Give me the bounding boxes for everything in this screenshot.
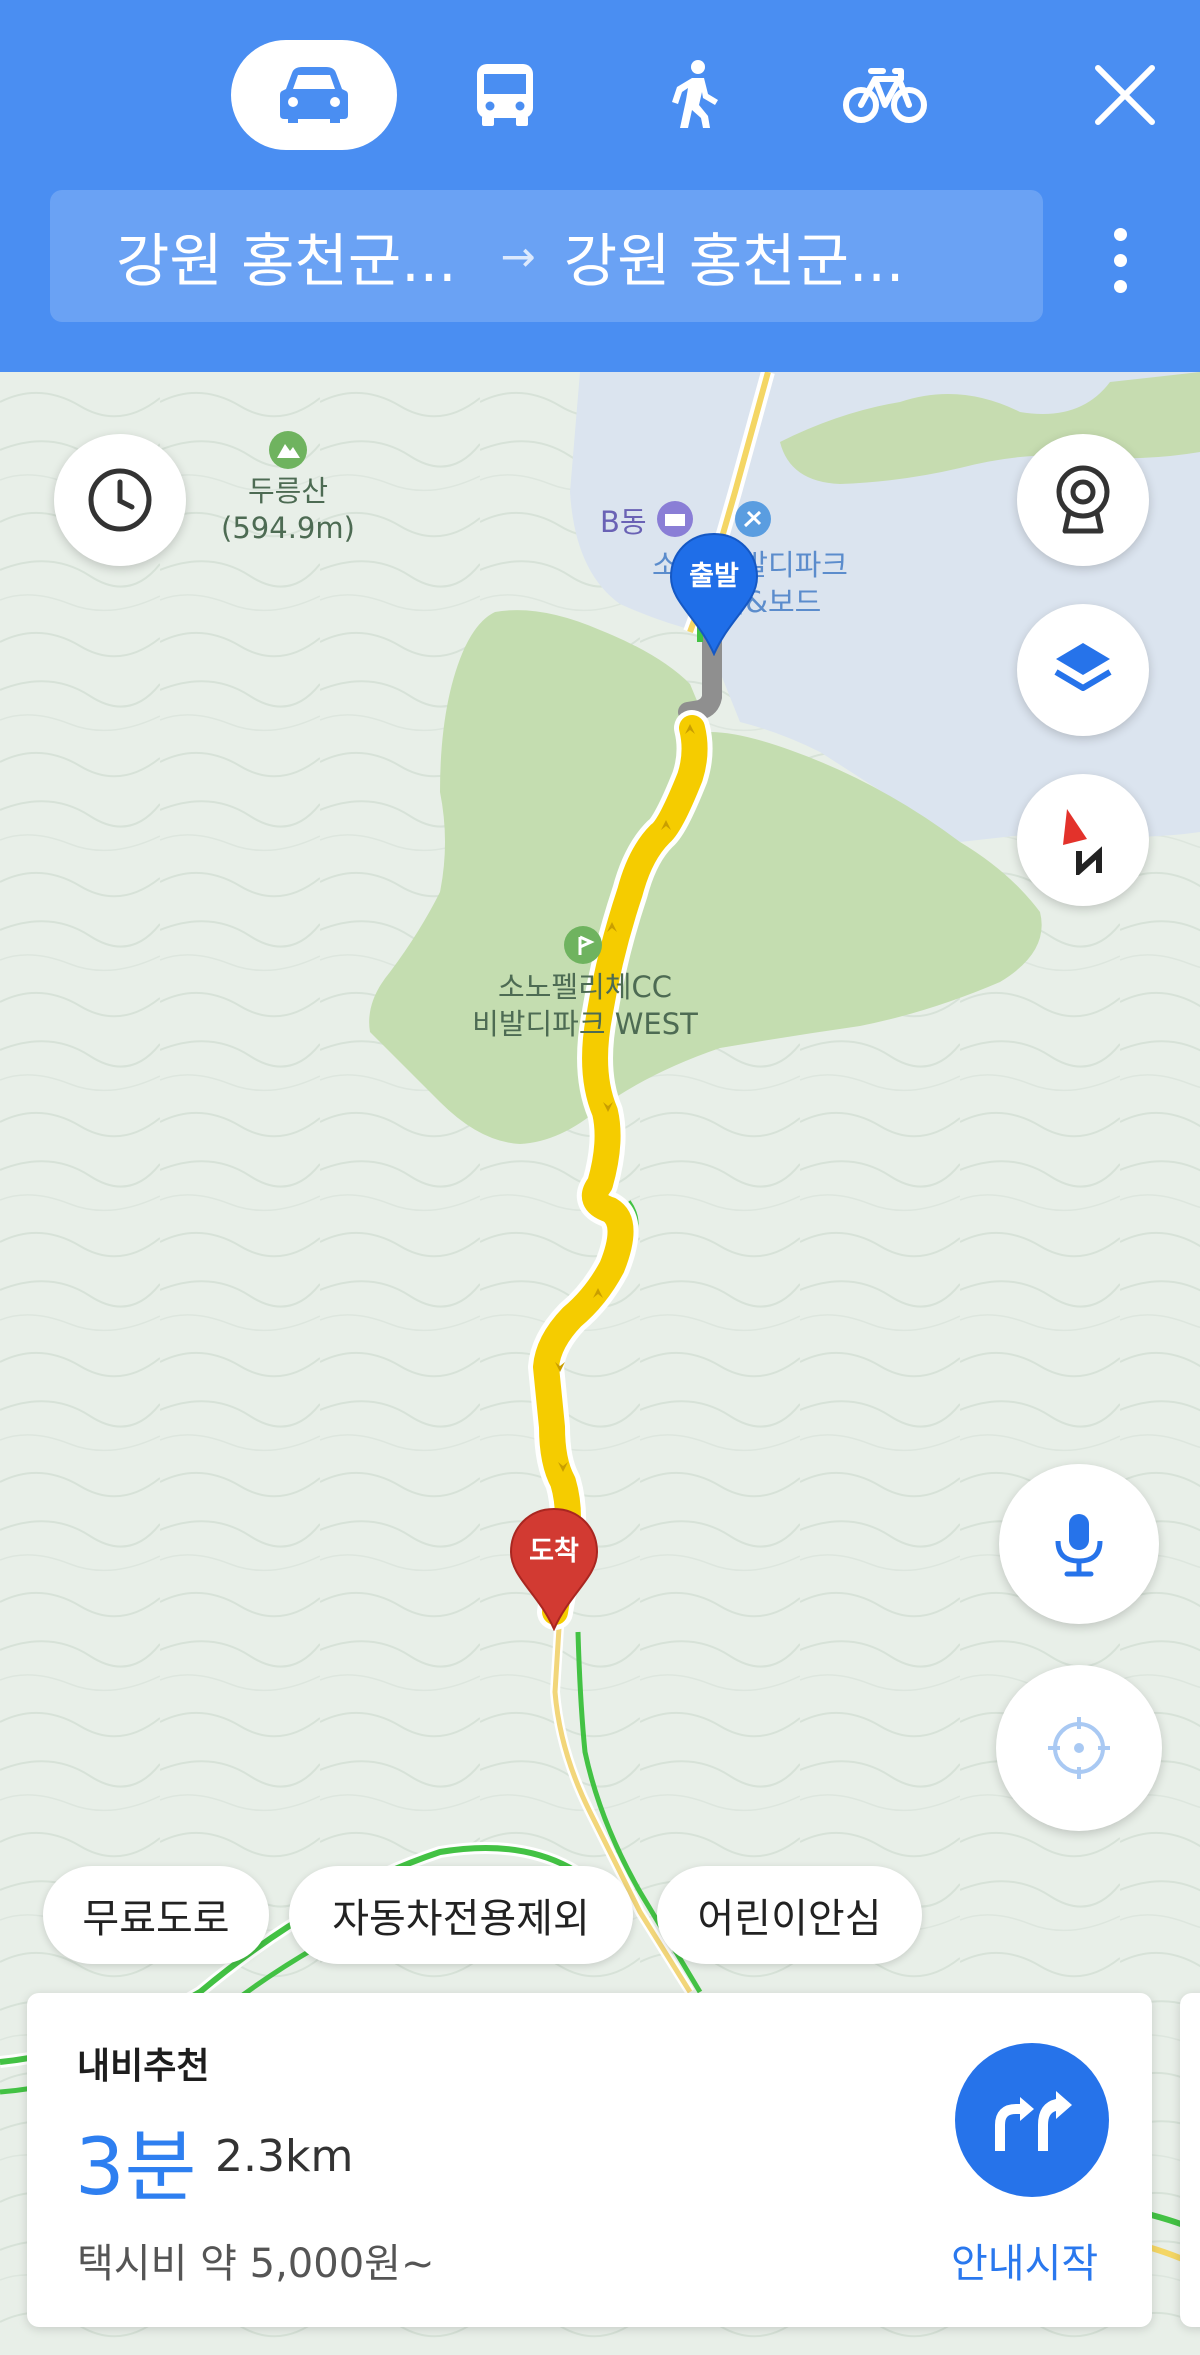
start-navigation-button[interactable]	[955, 2043, 1109, 2197]
golf-course-name: 소노펠리체CC	[498, 970, 672, 1004]
building-label[interactable]: B동	[600, 504, 647, 541]
golf-course-sub: 비발디파크 WEST	[472, 1007, 698, 1041]
layers-button[interactable]	[1017, 604, 1149, 736]
my-location-button[interactable]	[996, 1665, 1162, 1831]
start-marker-label: 출발	[689, 561, 739, 592]
map-pin-icon	[669, 532, 759, 657]
my-location-icon	[1048, 1717, 1110, 1779]
more-vertical-icon	[1113, 227, 1127, 241]
start-navigation-label[interactable]: 안내시작	[951, 2231, 1098, 2289]
destination-label[interactable]: 강원 홍천군...	[564, 214, 905, 298]
golf-course-label[interactable]: 소노펠리체CC 비발디파크 WEST	[460, 969, 710, 1043]
filter-child-safe-chip[interactable]: 어린이안심	[657, 1866, 922, 1964]
end-marker[interactable]: 도착	[508, 1507, 600, 1632]
mountain-label[interactable]: 두릉산 (594.9m)	[218, 473, 358, 547]
origin-label[interactable]: 강원 홍천군...	[116, 214, 457, 298]
filter-free-road-chip[interactable]: 무료도로	[43, 1866, 269, 1964]
route-summary-field[interactable]: 강원 홍천군... → 강원 홍천군...	[50, 190, 1043, 322]
mountain-height: (594.9m)	[221, 511, 355, 545]
mode-bike-button[interactable]	[825, 40, 945, 150]
bus-icon	[477, 64, 533, 126]
mode-bus-button[interactable]	[445, 40, 565, 150]
close-icon	[1095, 65, 1155, 125]
cctv-button[interactable]	[1017, 434, 1149, 566]
route-distance: 2.3km	[215, 2131, 354, 2182]
navigation-turn-icon	[995, 2091, 1072, 2151]
walk-icon	[672, 60, 718, 128]
layers-icon	[1054, 643, 1112, 691]
compass-button[interactable]	[1017, 774, 1149, 906]
clock-icon	[88, 468, 152, 532]
cctv-camera-icon	[1056, 465, 1110, 534]
car-icon	[280, 67, 348, 123]
mode-car-button[interactable]	[231, 40, 397, 150]
compass-icon	[1063, 809, 1102, 875]
mountain-name: 두릉산	[247, 474, 329, 508]
map-pin-icon	[509, 1507, 599, 1632]
close-button[interactable]	[1080, 50, 1170, 140]
end-marker-label: 도착	[529, 1536, 579, 1567]
mode-walk-button[interactable]	[635, 40, 755, 150]
voice-search-button[interactable]	[999, 1464, 1159, 1624]
start-marker[interactable]: 출발	[668, 532, 760, 657]
more-options-button[interactable]	[1090, 215, 1150, 305]
route-type-label: 내비추천	[77, 2046, 210, 2087]
next-route-card[interactable]	[1180, 1993, 1200, 2327]
bike-icon	[843, 68, 927, 123]
route-card[interactable]: 내비추천 3분 2.3km 택시비 약 5,000원~ 안내시작	[27, 1993, 1152, 2327]
route-header: 강원 홍천군... → 강원 홍천군...	[0, 0, 1200, 372]
route-duration: 3분	[75, 2123, 197, 2213]
taxi-fare: 택시비 약 5,000원~	[77, 2241, 435, 2287]
route-arrow-icon: →	[500, 231, 536, 281]
microphone-icon	[1055, 1514, 1103, 1577]
history-button[interactable]	[54, 434, 186, 566]
filter-exclude-motorway-chip[interactable]: 자동차전용제외	[289, 1866, 633, 1964]
